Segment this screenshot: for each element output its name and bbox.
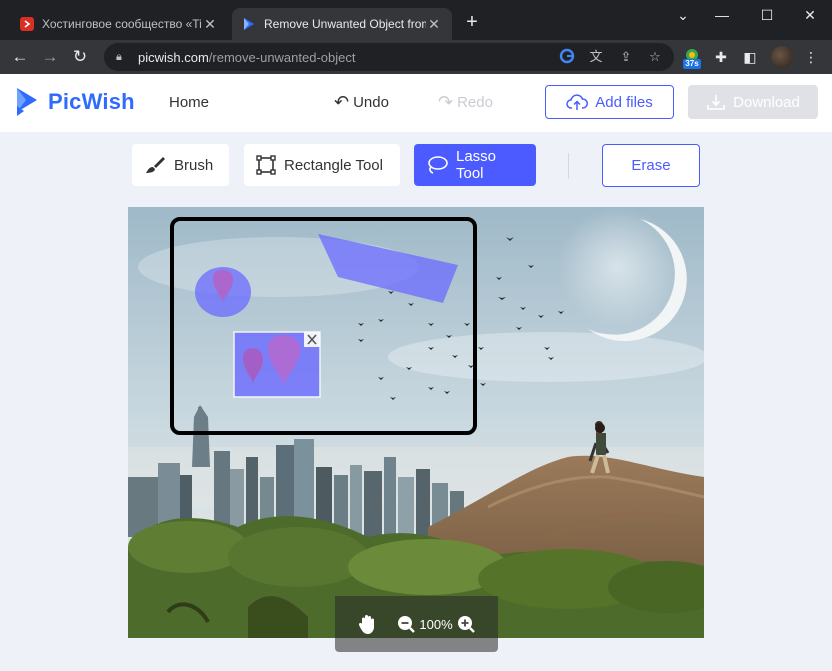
rectangle-tool-label: Rectangle Tool	[284, 156, 383, 174]
close-tab-icon[interactable]: ✕	[202, 16, 218, 33]
lock-icon: 🔒︎	[116, 50, 122, 63]
download-label: Download	[733, 93, 800, 111]
extensions-puzzle-icon[interactable]: ✚	[711, 47, 731, 67]
browser-toolbar: ← → ↻ 🔒︎ picwish.com /remove-unwanted-ob…	[0, 40, 832, 74]
new-tab-button[interactable]: +	[462, 12, 482, 32]
window-close-icon[interactable]: ✕	[795, 4, 825, 26]
redo-label: Redo	[457, 94, 493, 111]
side-panel-icon[interactable]: ◧	[740, 47, 760, 67]
download-icon	[707, 95, 725, 110]
download-button[interactable]: Download	[688, 85, 818, 119]
tab-title: Хостинговое сообщество «Time	[42, 17, 202, 31]
pan-hand-icon[interactable]	[355, 596, 381, 652]
rectangle-select-icon	[256, 155, 276, 175]
share-icon[interactable]: ⇪	[617, 48, 635, 66]
add-files-button[interactable]: Add files	[545, 85, 674, 119]
google-icon[interactable]	[558, 48, 576, 66]
browser-tab-picwish[interactable]: Remove Unwanted Object from P ✕	[232, 8, 452, 40]
translate-icon[interactable]: 文	[587, 48, 605, 66]
browser-tab-timeweb[interactable]: Хостинговое сообщество «Time ✕	[10, 8, 228, 40]
url-path: /remove-unwanted-object	[208, 49, 356, 65]
zoom-out-icon[interactable]	[395, 596, 417, 652]
brush-icon	[144, 155, 166, 175]
rectangle-tool-button[interactable]: Rectangle Tool	[244, 144, 400, 186]
erase-button[interactable]: Erase	[602, 144, 700, 187]
redo-button[interactable]: ↷ Redo	[438, 92, 493, 113]
forward-icon[interactable]: →	[40, 47, 60, 67]
edited-photo	[128, 207, 704, 638]
lasso-tool-label: Lasso Tool	[456, 148, 497, 182]
bookmark-star-icon[interactable]: ☆	[646, 48, 664, 66]
add-files-label: Add files	[595, 93, 653, 111]
minimize-icon[interactable]: —	[707, 4, 737, 26]
lasso-tool-button[interactable]: Lasso Tool	[414, 144, 536, 186]
close-tab-icon[interactable]: ✕	[426, 16, 442, 33]
timeweb-favicon-icon	[20, 17, 34, 31]
picwish-favicon-icon	[242, 17, 256, 31]
zoom-controls: 100%	[335, 596, 498, 652]
undo-icon: ↶	[334, 92, 350, 112]
toolbar-divider	[568, 153, 569, 179]
back-icon[interactable]: ←	[10, 47, 30, 67]
undo-button[interactable]: ↶ Undo	[334, 92, 389, 113]
redo-icon: ↷	[438, 92, 454, 112]
browser-tab-strip: Хостинговое сообщество «Time ✕ Remove Un…	[0, 0, 832, 40]
zoom-in-icon[interactable]	[455, 596, 477, 652]
tab-title: Remove Unwanted Object from P	[264, 17, 426, 31]
undo-label: Undo	[353, 94, 389, 111]
upload-cloud-icon	[566, 94, 589, 110]
logo-text: PicWish	[48, 89, 135, 114]
site-header: PicWish Home ↶ Undo ↷ Redo Add files Dow…	[0, 74, 832, 132]
profile-avatar[interactable]	[771, 46, 793, 68]
reload-icon[interactable]: ↻	[70, 47, 90, 67]
picwish-logo[interactable]: PicWish	[14, 86, 135, 118]
lasso-icon	[426, 155, 448, 175]
menu-kebab-icon[interactable]: ⋮	[801, 47, 821, 67]
nav-home-link[interactable]: Home	[169, 94, 209, 111]
extension-badge: 37s	[683, 59, 701, 69]
zoom-level: 100%	[419, 616, 453, 632]
picwish-logo-icon	[17, 88, 37, 116]
image-canvas[interactable]	[128, 207, 704, 638]
page: PicWish Home ↶ Undo ↷ Redo Add files Dow…	[0, 74, 832, 671]
brush-tool-button[interactable]: Brush	[132, 144, 229, 186]
brush-label: Brush	[174, 156, 214, 174]
maximize-icon[interactable]: ☐	[752, 4, 782, 26]
url-host: picwish.com	[138, 49, 209, 65]
tab-search-icon[interactable]: ⌄	[668, 4, 698, 26]
